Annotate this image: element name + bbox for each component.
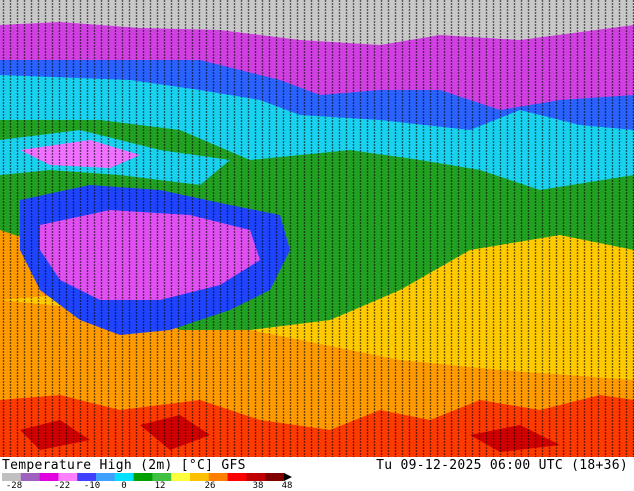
- temperature-map: [0, 0, 634, 457]
- color-scale-swatch: [58, 473, 78, 481]
- color-scale-swatch: [265, 473, 285, 481]
- valid-time: Tu 09-12-2025 06:00 UTC (18+36): [376, 458, 628, 473]
- color-scale-swatch: [20, 473, 41, 481]
- color-scale-swatch: [208, 473, 229, 481]
- color-scale-swatch: [39, 473, 59, 481]
- color-scale-swatch: [133, 473, 153, 481]
- color-scale-swatch: [114, 473, 135, 481]
- color-scale-bar: [2, 473, 292, 481]
- isoline-labels: [0, 0, 634, 457]
- color-scale-swatch: [227, 473, 247, 481]
- color-scale-swatch: [96, 473, 116, 481]
- color-scale-swatch: [246, 473, 266, 481]
- color-scale-swatch: [190, 473, 210, 481]
- color-scale-swatch: [152, 473, 172, 481]
- color-scale-swatch: [171, 473, 191, 481]
- legend-footer: Temperature High (2m) [°C] GFS Tu 09-12-…: [0, 457, 634, 491]
- map-title: Temperature High (2m) [°C] GFS: [2, 458, 246, 473]
- color-scale-swatch: [2, 473, 22, 481]
- color-scale-swatch: [77, 473, 97, 481]
- color-scale-arrow: [284, 473, 292, 481]
